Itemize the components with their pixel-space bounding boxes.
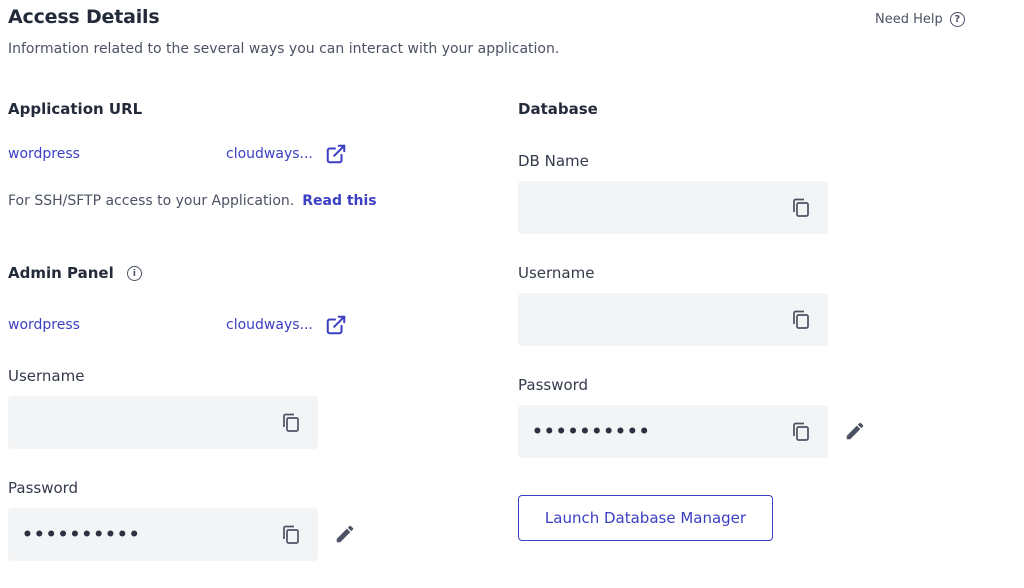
edit-pencil-icon[interactable] [844, 420, 866, 442]
db-password-label: Password [518, 376, 589, 394]
copy-icon[interactable] [792, 310, 810, 330]
admin-password-value: •••••••••• [22, 524, 141, 545]
admin-password-field[interactable]: •••••••••• [8, 508, 318, 561]
external-link-icon[interactable] [325, 314, 347, 336]
need-help-link[interactable]: Need Help ? [875, 12, 965, 27]
external-link-icon[interactable] [325, 143, 347, 165]
admin-username-label: Username [8, 367, 85, 385]
admin-panel-heading: Admin Panel [8, 264, 114, 282]
read-this-link[interactable]: Read this [302, 193, 376, 209]
db-name-label: DB Name [518, 152, 589, 170]
launch-database-manager-button[interactable]: Launch Database Manager [518, 495, 773, 541]
ssh-note: For SSH/SFTP access to your Application.… [8, 193, 377, 209]
db-password-value: •••••••••• [532, 421, 651, 442]
db-password-field[interactable]: •••••••••• [518, 405, 828, 458]
application-url-link-domain[interactable]: cloudways... [226, 146, 313, 162]
application-url-heading: Application URL [8, 100, 143, 118]
info-icon[interactable]: i [126, 266, 142, 281]
admin-password-label: Password [8, 479, 79, 497]
copy-icon[interactable] [282, 525, 300, 545]
page-title: Access Details [8, 6, 160, 28]
edit-pencil-icon[interactable] [334, 523, 356, 545]
admin-url-link-domain[interactable]: cloudways... [226, 317, 313, 333]
need-help-label: Need Help [875, 12, 943, 27]
database-heading: Database [518, 100, 598, 118]
application-url-link[interactable]: wordpress [8, 146, 226, 162]
copy-icon[interactable] [792, 198, 810, 218]
help-circle-icon: ? [949, 12, 965, 27]
admin-panel-heading-row: Admin Panel i [8, 264, 142, 282]
admin-username-field[interactable] [8, 396, 318, 449]
admin-url-row: wordpress cloudways... [8, 314, 347, 336]
copy-icon[interactable] [792, 422, 810, 442]
ssh-note-text: For SSH/SFTP access to your Application. [8, 193, 295, 209]
admin-url-link[interactable]: wordpress [8, 317, 226, 333]
db-username-field[interactable] [518, 293, 828, 346]
application-url-row: wordpress cloudways... [8, 143, 347, 165]
db-name-field[interactable] [518, 181, 828, 234]
copy-icon[interactable] [282, 413, 300, 433]
db-username-label: Username [518, 264, 595, 282]
page-subtitle: Information related to the several ways … [8, 41, 560, 57]
